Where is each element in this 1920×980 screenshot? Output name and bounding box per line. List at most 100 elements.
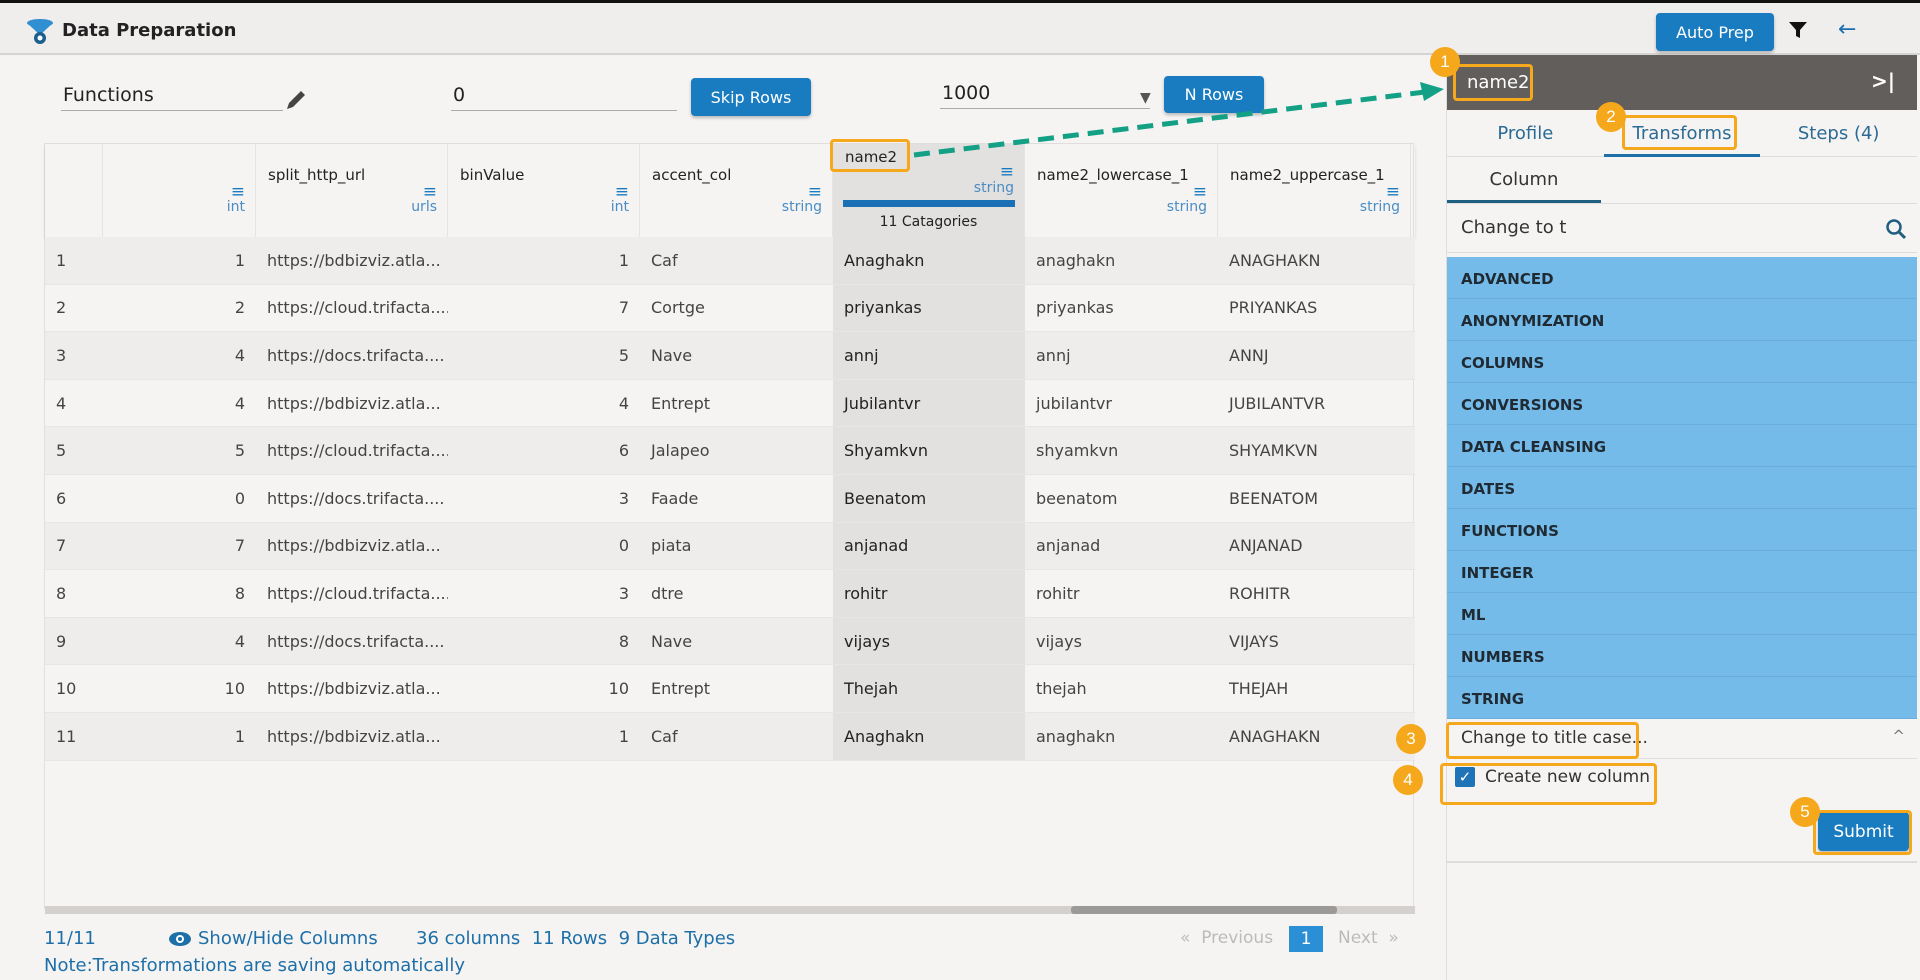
category-bar	[843, 200, 1015, 207]
highlight-submit	[1813, 810, 1912, 855]
table-cell: 3	[618, 488, 629, 508]
category-item[interactable]: CONVERSIONS	[1447, 383, 1917, 425]
table-cell: ROHITR	[1229, 583, 1291, 603]
category-count: 11 Catagories	[879, 214, 978, 230]
table-cell: https://docs.trifacta....	[267, 631, 445, 651]
table-cell: SHYAMKVN	[1229, 441, 1318, 461]
tab-profile[interactable]: Profile	[1447, 110, 1604, 156]
filter-icon[interactable]	[1788, 20, 1808, 40]
category-item[interactable]: NUMBERS	[1447, 635, 1917, 677]
table-cell: Shyamkvn	[833, 427, 1025, 474]
category-item[interactable]: COLUMNS	[1447, 341, 1917, 383]
n-rows-select[interactable]: 1000	[940, 78, 1150, 109]
transform-search-input[interactable]: Change to t	[1447, 204, 1917, 253]
step-badge-5: 5	[1790, 797, 1820, 827]
table-cell: https://docs.trifacta....	[267, 345, 445, 365]
category-item[interactable]: STRING	[1447, 677, 1917, 719]
collapse-panel-icon[interactable]: >|	[1871, 69, 1895, 93]
back-arrow-icon[interactable]: ←	[1838, 17, 1856, 42]
previous-page-button[interactable]: « Previous	[1180, 928, 1273, 948]
table-cell: Faade	[651, 488, 699, 508]
category-item[interactable]: DATES	[1447, 467, 1917, 509]
column-header[interactable]: split_http_url ≡ urls	[256, 144, 448, 237]
table-cell: 8	[618, 631, 629, 651]
row-index-header	[45, 144, 103, 237]
table-cell: anjanad	[833, 522, 1025, 570]
category-item[interactable]: ML	[1447, 593, 1917, 635]
tab-steps[interactable]: Steps (4)	[1760, 110, 1917, 156]
table-cell: Jubilantvr	[833, 379, 1025, 427]
category-item[interactable]: INTEGER	[1447, 551, 1917, 593]
table-row[interactable]: 5 5 https://cloud.trifacta.... 6 Jalapeo Shya…	[45, 427, 1415, 475]
table-row[interactable]: 1 1 https://bdbizviz.atla... 1 Caf Anaghakn an…	[45, 237, 1415, 285]
column-type: int	[610, 199, 629, 215]
column-type: urls	[411, 199, 437, 215]
table-cell: anaghakn	[1036, 726, 1116, 746]
skip-rows-button[interactable]: Skip Rows	[691, 78, 811, 116]
table-cell: 1	[56, 250, 67, 270]
table-row[interactable]: 9 4 https://docs.trifacta.... 8 Nave vijays vi…	[45, 617, 1415, 666]
column-header[interactable]: accent_col ≡ string	[640, 144, 833, 237]
functions-input[interactable]: Functions	[61, 80, 283, 111]
column-type: string	[1359, 199, 1400, 215]
category-item[interactable]: FUNCTIONS	[1447, 509, 1917, 551]
table-cell: 1	[618, 726, 629, 746]
category-item[interactable]: DATA CLEANSING	[1447, 425, 1917, 467]
table-cell: Cortge	[651, 298, 705, 318]
table-row[interactable]: 4 4 https://bdbizviz.atla... 4 Entrept Jubila…	[45, 379, 1415, 428]
skip-rows-input[interactable]: 0	[451, 80, 677, 111]
table-row[interactable]: 10 10 https://bdbizviz.atla... 10 Entrept The…	[45, 665, 1415, 713]
table-row[interactable]: 11 1 https://bdbizviz.atla... 1 Caf Anaghakn a…	[45, 713, 1415, 761]
divider	[1447, 861, 1917, 863]
table-cell: priyankas	[1036, 298, 1114, 318]
column-header[interactable]: name2_uppercase_1 ≡ string	[1218, 144, 1411, 237]
subtab-column[interactable]: Column	[1447, 157, 1601, 203]
n-rows-button[interactable]: N Rows	[1164, 76, 1264, 113]
table-cell: https://cloud.trifacta....	[267, 298, 448, 318]
scrollbar-thumb[interactable]	[1071, 906, 1337, 914]
transform-categories: ADVANCED ANONYMIZATION COLUMNS CONVERSIONS D…	[1447, 257, 1917, 719]
column-header[interactable]: binValue ≡ int	[448, 144, 640, 237]
show-hide-columns-link[interactable]: Show/Hide Columns	[168, 928, 378, 949]
table-cell: Thejah	[833, 665, 1025, 712]
search-value: Change to t	[1461, 217, 1567, 238]
table-cell: thejah	[1036, 679, 1087, 699]
data-grid: ≡ int split_http_url ≡ urls binValue ≡ i…	[44, 143, 1415, 914]
table-cell: 6	[56, 488, 67, 508]
table-cell: 8	[56, 583, 67, 603]
table-cell: Nave	[651, 345, 693, 365]
table-row[interactable]: 6 0 https://docs.trifacta.... 3 Faade Beenato…	[45, 475, 1415, 523]
table-cell: anaghakn	[1036, 250, 1116, 270]
column-type: int	[226, 199, 245, 215]
table-cell: 5	[234, 441, 245, 461]
table-cell: beenatom	[1036, 488, 1118, 508]
auto-prep-button[interactable]: Auto Prep	[1656, 13, 1774, 51]
table-cell: 2	[234, 298, 245, 318]
table-row[interactable]: 8 8 https://cloud.trifacta.... 3 dtre rohitr r…	[45, 570, 1415, 618]
horizontal-scrollbar[interactable]	[45, 906, 1415, 914]
table-cell: 5	[56, 441, 67, 461]
table-cell: Nave	[651, 631, 693, 651]
table-cell: 10	[608, 679, 629, 699]
category-item[interactable]: ADVANCED	[1447, 257, 1917, 299]
app-header: Data Preparation Auto Prep ←	[0, 3, 1920, 55]
column-header[interactable]: name2_lowercase_1 ≡ string	[1025, 144, 1218, 237]
column-name: binValue	[460, 166, 525, 184]
table-cell: https://bdbizviz.atla...	[267, 536, 441, 556]
column-header[interactable]: ≡ int	[103, 144, 256, 237]
next-page-button[interactable]: Next »	[1338, 928, 1399, 948]
caret-down-icon[interactable]: ▼	[1140, 90, 1151, 106]
table-row[interactable]: 7 7 https://bdbizviz.atla... 0 piata anjanad a…	[45, 522, 1415, 571]
table-cell: ANAGHAKN	[1229, 726, 1321, 746]
page-1-button[interactable]: 1	[1289, 926, 1323, 952]
category-item[interactable]: ANONYMIZATION	[1447, 299, 1917, 341]
chevron-up-icon[interactable]: ^	[1892, 727, 1905, 745]
column-name: name2_uppercase_1	[1230, 166, 1385, 184]
search-icon[interactable]	[1885, 218, 1907, 240]
highlight-name2-header	[830, 139, 910, 172]
pencil-icon[interactable]	[284, 88, 308, 112]
table-row[interactable]: 2 2 https://cloud.trifacta.... 7 Cortge priya…	[45, 284, 1415, 333]
column-menu-icon[interactable]: ≡	[1000, 164, 1014, 181]
step-badge-2: 2	[1596, 102, 1626, 132]
table-row[interactable]: 3 4 https://docs.trifacta.... 5 Nave annj annj…	[45, 332, 1415, 380]
